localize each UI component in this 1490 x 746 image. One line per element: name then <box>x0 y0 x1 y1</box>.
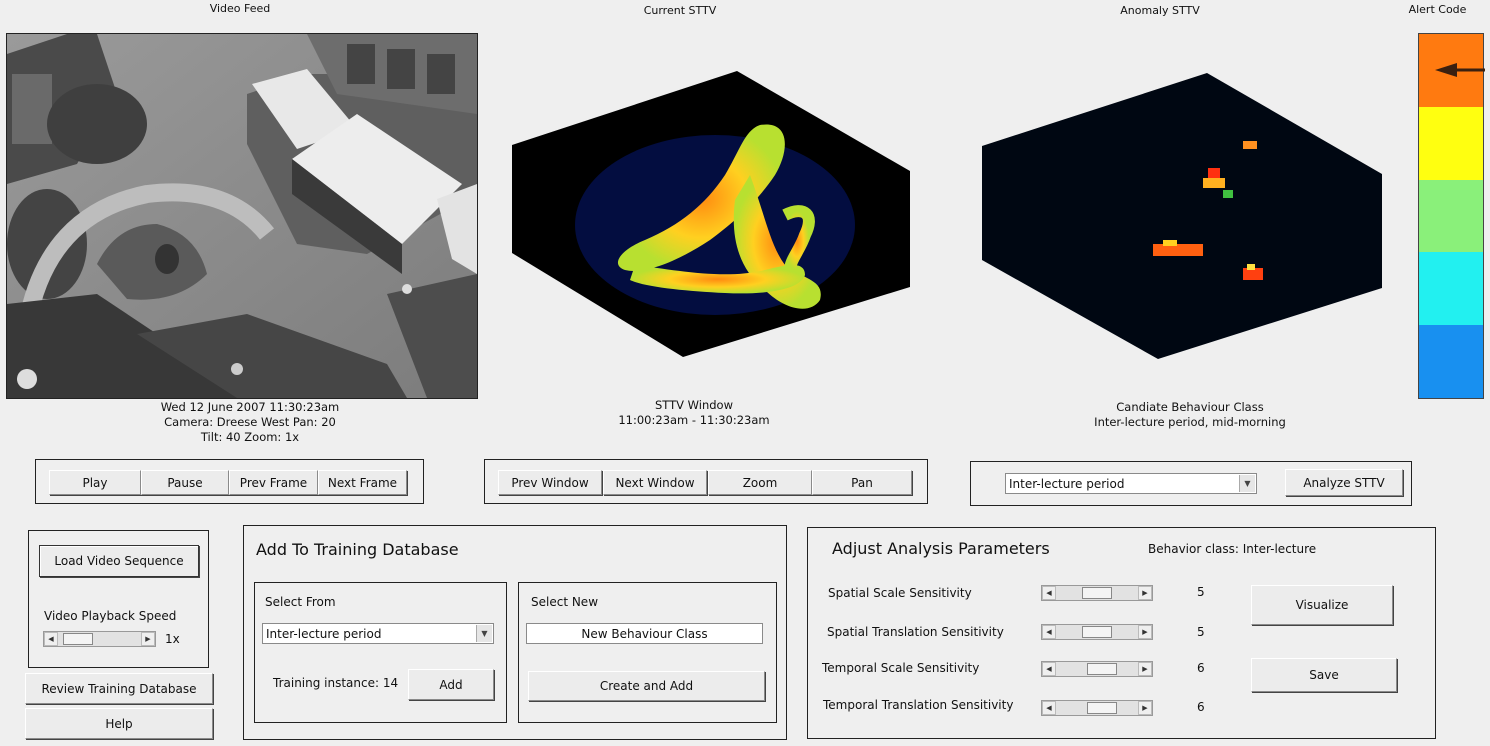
chevron-left-icon[interactable]: ◀ <box>1042 701 1056 715</box>
chevron-left-icon[interactable]: ◀ <box>1042 662 1056 676</box>
slider-thumb[interactable] <box>1082 587 1112 599</box>
video-feed-image <box>7 34 477 398</box>
create-and-add-button[interactable]: Create and Add <box>528 671 765 701</box>
alert-level-2 <box>1419 179 1483 253</box>
slider-thumb[interactable] <box>63 633 94 645</box>
temporal-scale-value: 6 <box>1197 661 1205 675</box>
video-feed-frame[interactable] <box>6 33 478 399</box>
zoom-button[interactable]: Zoom <box>708 470 812 495</box>
anomaly-sttv-volume <box>982 73 1382 359</box>
new-behaviour-class-input[interactable]: New Behaviour Class <box>526 623 763 644</box>
chevron-right-icon[interactable]: ▶ <box>1138 662 1152 676</box>
select-new-group: Select New New Behaviour Class Create an… <box>518 582 777 723</box>
window-controls: Prev Window Next Window Zoom Pan <box>484 459 928 504</box>
spatial-translation-label: Spatial Translation Sensitivity <box>827 625 1004 639</box>
video-date: Wed 12 June 2007 11:30:23am <box>160 400 340 414</box>
temporal-scale-slider[interactable]: ◀ ▶ <box>1041 661 1153 677</box>
behavior-class-select-value: Inter-lecture period <box>1009 476 1125 491</box>
sttv-window-label: STTV Window <box>654 398 733 412</box>
next-window-button[interactable]: Next Window <box>603 470 707 495</box>
chevron-right-icon[interactable]: ▶ <box>1138 586 1152 600</box>
select-from-value: Inter-lecture period <box>266 626 382 641</box>
sttv-window-info: STTV Window 11:00:23am - 11:30:23am <box>574 398 814 428</box>
analyze-sttv-button[interactable]: Analyze STTV <box>1285 469 1403 496</box>
alert-level-4 <box>1419 325 1483 398</box>
help-button[interactable]: Help <box>25 708 213 739</box>
add-button[interactable]: Add <box>408 669 494 700</box>
select-from-dropdown[interactable]: Inter-lecture period ▼ <box>262 623 494 644</box>
spatial-translation-value: 5 <box>1197 625 1205 639</box>
alert-code-bar <box>1418 33 1485 399</box>
visualize-button[interactable]: Visualize <box>1251 585 1393 625</box>
alert-pointer-arrow-icon <box>1435 63 1485 78</box>
video-feed-title: Video Feed <box>209 2 271 15</box>
training-database-group: Add To Training Database Select From Int… <box>243 525 787 740</box>
select-from-label: Select From <box>265 595 336 609</box>
playback-speed-slider[interactable]: ◀ ▶ <box>43 631 156 647</box>
candidate-class-value: Inter-lecture period, mid-morning <box>1094 415 1286 429</box>
alert-level-3 <box>1419 252 1483 326</box>
play-button[interactable]: Play <box>49 470 141 495</box>
spatial-translation-slider[interactable]: ◀ ▶ <box>1041 624 1153 640</box>
analyze-controls: Inter-lecture period ▼ Analyze STTV <box>970 461 1412 506</box>
anomaly-sttv-title: Anomaly STTV <box>1120 4 1200 17</box>
behavior-class-label: Behavior class: Inter-lecture <box>1148 542 1317 556</box>
candidate-class-label: Candiate Behaviour Class <box>1116 400 1264 414</box>
chevron-down-icon[interactable]: ▼ <box>1239 475 1255 492</box>
analysis-parameters-group: Adjust Analysis Parameters Behavior clas… <box>807 527 1436 739</box>
current-sttv-title: Current STTV <box>643 4 717 17</box>
spatial-scale-value: 5 <box>1197 585 1205 599</box>
slider-thumb[interactable] <box>1087 663 1118 675</box>
video-camera: Camera: Dreese West Pan: 20 <box>164 415 336 429</box>
playback-speed-value: 1x <box>165 632 180 646</box>
anomaly-sttv-view[interactable] <box>975 68 1387 363</box>
training-instance-count: Training instance: 14 <box>273 676 399 690</box>
load-video-group: Load Video Sequence Video Playback Speed… <box>28 530 209 668</box>
prev-frame-button[interactable]: Prev Frame <box>229 470 318 495</box>
load-video-sequence-button[interactable]: Load Video Sequence <box>39 545 199 577</box>
alert-code-title: Alert Code <box>1408 3 1467 16</box>
alert-level-1 <box>1419 106 1483 180</box>
chevron-right-icon[interactable]: ▶ <box>1138 701 1152 715</box>
spatial-scale-slider[interactable]: ◀ ▶ <box>1041 585 1153 601</box>
review-training-database-button[interactable]: Review Training Database <box>25 673 213 704</box>
chevron-right-icon[interactable]: ▶ <box>1138 625 1152 639</box>
prev-window-button[interactable]: Prev Window <box>498 470 602 495</box>
select-new-label: Select New <box>531 595 599 609</box>
video-tilt-zoom: Tilt: 40 Zoom: 1x <box>200 430 300 444</box>
pan-button[interactable]: Pan <box>812 470 912 495</box>
current-sttv-view[interactable] <box>505 65 917 365</box>
chevron-right-icon[interactable]: ▶ <box>141 632 155 646</box>
chevron-left-icon[interactable]: ◀ <box>1042 625 1056 639</box>
next-frame-button[interactable]: Next Frame <box>318 470 407 495</box>
pause-button[interactable]: Pause <box>141 470 229 495</box>
temporal-translation-value: 6 <box>1197 700 1205 714</box>
chevron-left-icon[interactable]: ◀ <box>44 632 58 646</box>
select-from-group: Select From Inter-lecture period ▼ Train… <box>254 582 507 723</box>
chevron-down-icon[interactable]: ▼ <box>476 625 492 642</box>
sttv-window-range: 11:00:23am - 11:30:23am <box>618 413 770 427</box>
analysis-parameters-title: Adjust Analysis Parameters <box>832 539 1050 558</box>
spatial-scale-label: Spatial Scale Sensitivity <box>828 586 972 600</box>
candidate-class-info: Candiate Behaviour Class Inter-lecture p… <box>1050 400 1330 430</box>
temporal-scale-label: Temporal Scale Sensitivity <box>822 661 980 675</box>
video-info: Wed 12 June 2007 11:30:23am Camera: Dree… <box>110 400 390 445</box>
slider-thumb[interactable] <box>1082 626 1112 638</box>
behavior-class-select[interactable]: Inter-lecture period ▼ <box>1005 473 1257 494</box>
save-button[interactable]: Save <box>1251 658 1397 692</box>
chevron-left-icon[interactable]: ◀ <box>1042 586 1056 600</box>
slider-thumb[interactable] <box>1087 702 1118 714</box>
temporal-translation-label: Temporal Translation Sensitivity <box>823 698 1014 712</box>
temporal-translation-slider[interactable]: ◀ ▶ <box>1041 700 1153 716</box>
playback-controls: Play Pause Prev Frame Next Frame <box>35 459 424 504</box>
training-database-title: Add To Training Database <box>256 540 459 559</box>
playback-speed-label: Video Playback Speed <box>44 609 177 623</box>
